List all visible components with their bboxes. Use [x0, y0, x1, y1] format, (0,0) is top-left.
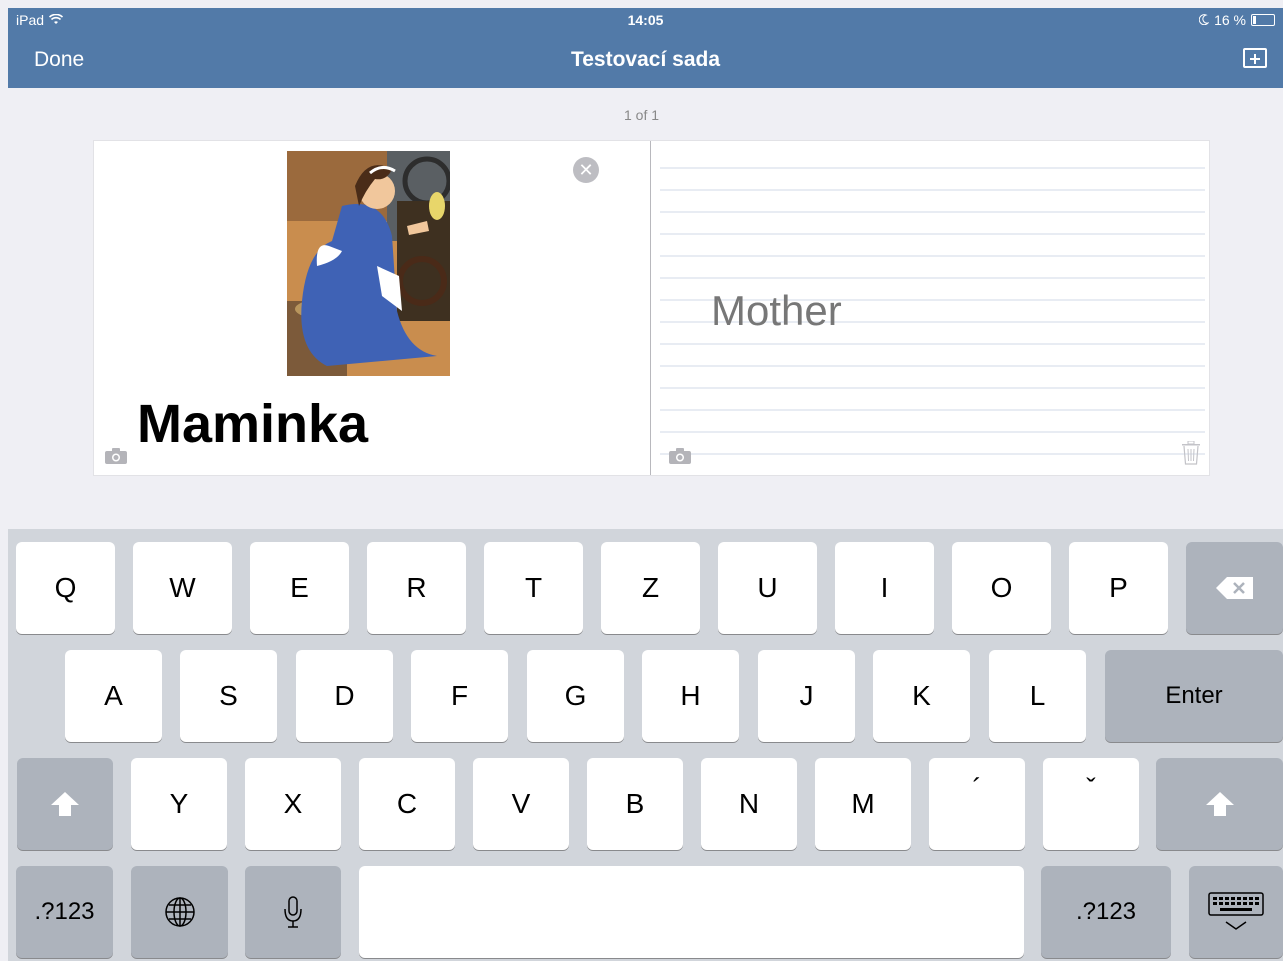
keyboard: Q W E R T Z U I O P A S D F G H J K L En…: [8, 529, 1283, 961]
key-acute[interactable]: ´: [929, 758, 1025, 850]
front-word[interactable]: Maminka: [137, 393, 368, 455]
numbers-key-right[interactable]: .?123: [1041, 866, 1171, 958]
back-word[interactable]: Mother: [711, 287, 842, 335]
key-v[interactable]: V: [473, 758, 569, 850]
camera-icon[interactable]: [668, 447, 692, 465]
add-card-icon[interactable]: [1243, 48, 1267, 68]
shift-icon: [1205, 791, 1235, 817]
key-a[interactable]: A: [65, 650, 162, 742]
card-picture[interactable]: [287, 151, 452, 376]
key-n[interactable]: N: [701, 758, 797, 850]
card-divider: [650, 141, 651, 475]
battery-icon: [1251, 14, 1275, 26]
status-bar: iPad 14:05 16 %: [8, 8, 1283, 32]
key-d[interactable]: D: [296, 650, 393, 742]
key-c[interactable]: C: [359, 758, 455, 850]
clock: 14:05: [627, 12, 664, 28]
dictation-key[interactable]: [245, 866, 341, 958]
backspace-icon: [1215, 576, 1255, 600]
key-f[interactable]: F: [411, 650, 508, 742]
key-t[interactable]: T: [484, 542, 583, 634]
globe-icon: [164, 896, 196, 928]
key-g[interactable]: G: [527, 650, 624, 742]
key-z[interactable]: Z: [601, 542, 700, 634]
key-u[interactable]: U: [718, 542, 817, 634]
key-b[interactable]: B: [587, 758, 683, 850]
trash-icon[interactable]: [1182, 440, 1200, 465]
key-o[interactable]: O: [952, 542, 1051, 634]
microphone-icon: [283, 895, 303, 929]
key-m[interactable]: M: [815, 758, 911, 850]
numbers-key-left[interactable]: .?123: [16, 866, 113, 958]
backspace-key[interactable]: [1186, 542, 1283, 634]
key-e[interactable]: E: [250, 542, 349, 634]
key-s[interactable]: S: [180, 650, 277, 742]
hide-keyboard-key[interactable]: [1189, 866, 1283, 958]
camera-icon[interactable]: [104, 447, 128, 465]
key-r[interactable]: R: [367, 542, 466, 634]
key-q[interactable]: Q: [16, 542, 115, 634]
key-j[interactable]: J: [758, 650, 855, 742]
globe-key[interactable]: [131, 866, 228, 958]
key-y[interactable]: Y: [131, 758, 227, 850]
moon-icon: [1198, 12, 1210, 28]
key-i[interactable]: I: [835, 542, 934, 634]
keyboard-dismiss-icon: [1208, 892, 1264, 932]
enter-key[interactable]: Enter: [1105, 650, 1283, 742]
page-indicator: 1 of 1: [623, 107, 660, 123]
key-h[interactable]: H: [642, 650, 739, 742]
key-w[interactable]: W: [133, 542, 232, 634]
key-l[interactable]: L: [989, 650, 1086, 742]
key-k[interactable]: K: [873, 650, 970, 742]
flash-card: ✕ Maminka Mother: [93, 140, 1210, 476]
page-title: Testovací sada: [570, 48, 721, 71]
battery-percent: 16 %: [1214, 12, 1246, 28]
shift-icon: [50, 791, 80, 817]
key-p[interactable]: P: [1069, 542, 1168, 634]
shift-key-left[interactable]: [17, 758, 113, 850]
space-key[interactable]: [359, 866, 1024, 958]
shift-key-right[interactable]: [1156, 758, 1283, 850]
key-caron[interactable]: ˇ: [1043, 758, 1139, 850]
nav-bar: Done Testovací sada: [8, 32, 1283, 88]
close-icon[interactable]: ✕: [573, 157, 599, 183]
key-x[interactable]: X: [245, 758, 341, 850]
